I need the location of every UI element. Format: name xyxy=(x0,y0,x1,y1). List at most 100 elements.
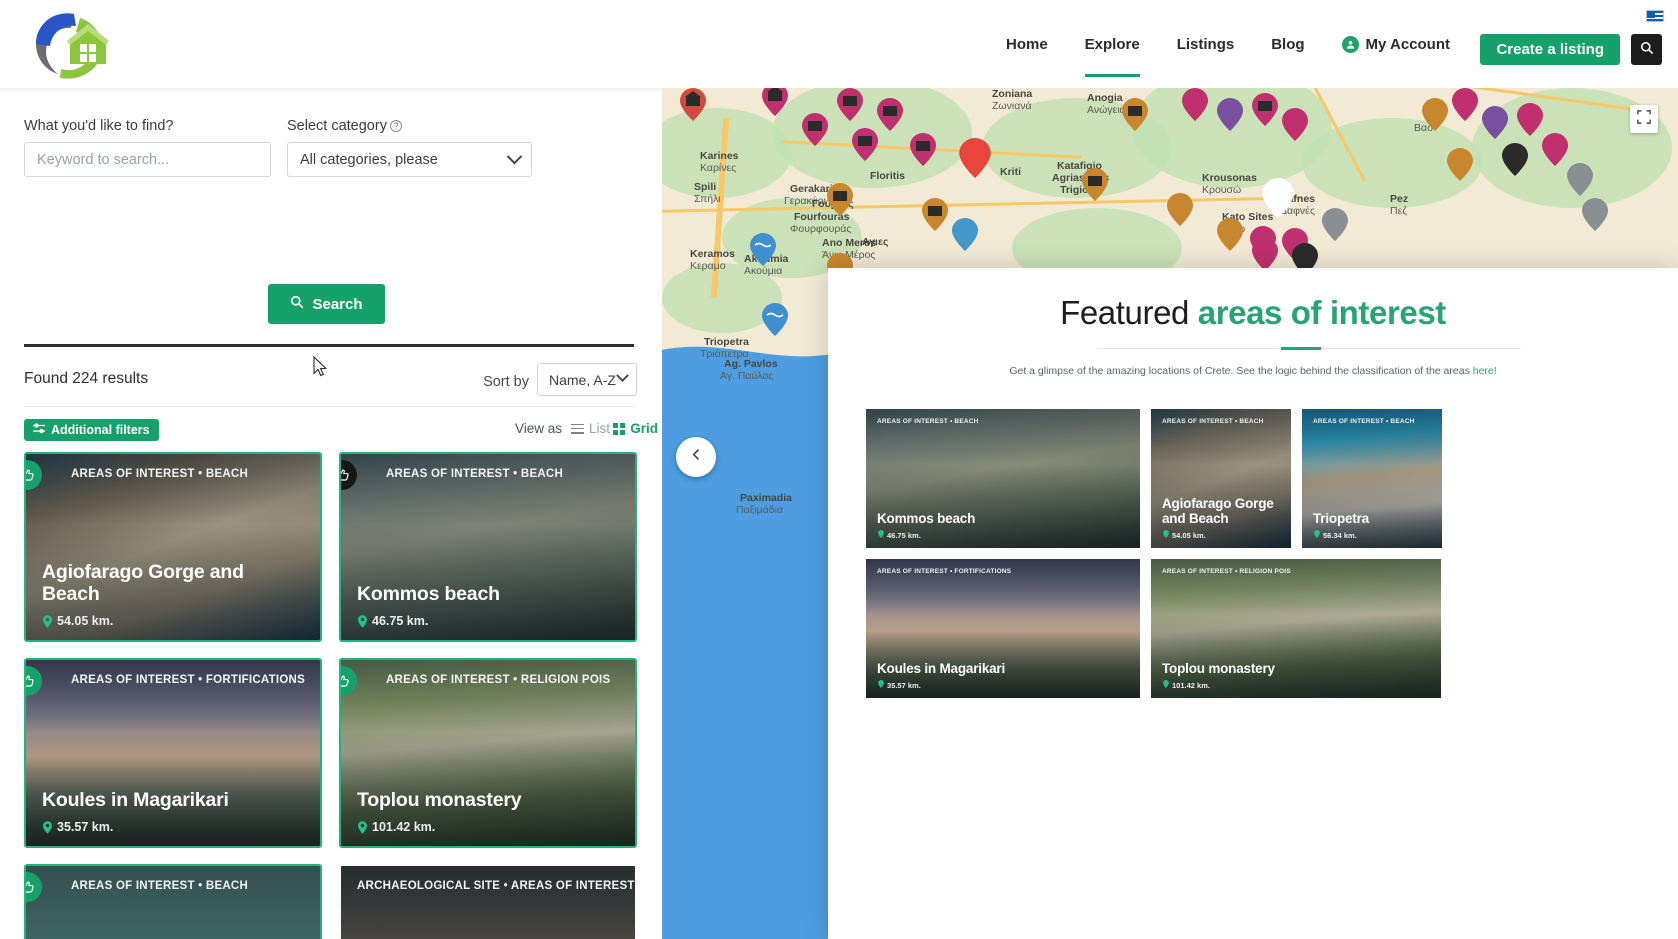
search-form: What you'd like to find? Select category… xyxy=(0,88,662,324)
view-grid-label: Grid xyxy=(630,421,658,436)
results-row: AREAS OF INTEREST • FORTIFICATIONS Koule… xyxy=(24,658,638,848)
featured-card[interactable]: AREAS OF INTEREST • BEACH Triopetra 56.3… xyxy=(1302,409,1442,548)
featured-row: AREAS OF INTEREST • FORTIFICATIONS Koule… xyxy=(866,559,1641,698)
app-root: Home Explore Listings Blog My Account Cr… xyxy=(0,0,1678,939)
featured-card[interactable]: AREAS OF INTEREST • BEACH Kommos beach 4… xyxy=(866,409,1140,548)
listing-category: AREAS OF INTEREST • BEACH xyxy=(386,468,564,480)
featured-distance: 56.34 km. xyxy=(1314,530,1357,540)
additional-filters-button[interactable]: Additional filters xyxy=(24,419,159,441)
list-icon xyxy=(570,421,584,436)
nav-item-home[interactable]: Home xyxy=(1006,36,1048,53)
category-label: Select category? xyxy=(287,118,402,134)
featured-card[interactable]: AREAS OF INTEREST • BEACH Agiofarago Gor… xyxy=(1151,409,1291,548)
filter-sliders-icon xyxy=(33,423,45,437)
featured-heading: Featured areas of interest xyxy=(828,294,1678,332)
image-overlay xyxy=(26,454,320,640)
location-pin-icon xyxy=(43,614,52,628)
listing-distance-value: 54.05 km. xyxy=(57,614,114,628)
featured-heading-plain: Featured xyxy=(1060,294,1198,331)
image-overlay xyxy=(1151,559,1441,698)
search-icon xyxy=(290,295,304,313)
search-button[interactable]: Search xyxy=(268,284,385,324)
question-mark-icon[interactable]: ? xyxy=(389,120,402,132)
featured-distance-value: 35.57 km. xyxy=(887,680,921,690)
location-pin-icon xyxy=(878,680,884,690)
results-count: Found 224 results xyxy=(24,370,149,387)
search-icon xyxy=(1640,41,1654,58)
listing-distance: 35.57 km. xyxy=(43,820,113,834)
grid-icon xyxy=(613,422,626,435)
view-as-label: View as xyxy=(514,421,562,436)
location-pin-icon xyxy=(1163,680,1169,690)
fullscreen-button[interactable] xyxy=(1630,105,1658,133)
sort-select[interactable]: Name, A-Z xyxy=(537,363,637,396)
nav-item-explore[interactable]: Explore xyxy=(1084,36,1140,77)
main-nav: Home Explore Listings Blog My Account xyxy=(1006,36,1450,77)
additional-filters-label: Additional filters xyxy=(51,423,150,437)
image-overlay xyxy=(866,409,1140,548)
divider-thin xyxy=(24,406,634,407)
listing-card[interactable]: ARCHAEOLOGICAL SITE • AREAS OF INTEREST xyxy=(339,864,637,939)
divider-thick xyxy=(24,344,634,347)
header-search-button[interactable] xyxy=(1631,34,1662,65)
featured-heading-accent: areas of interest xyxy=(1197,294,1447,331)
featured-category: AREAS OF INTEREST • RELIGION POIS xyxy=(1162,568,1291,575)
featured-category: AREAS OF INTEREST • FORTIFICATIONS xyxy=(877,568,1012,575)
listing-card[interactable]: AREAS OF INTEREST • RELIGION POIS Toplou… xyxy=(339,658,637,848)
featured-category: AREAS OF INTEREST • BEACH xyxy=(1313,418,1415,425)
listing-category: AREAS OF INTEREST • BEACH xyxy=(71,880,249,892)
category-select-value: All categories, please xyxy=(300,151,438,168)
listing-distance-value: 46.75 km. xyxy=(372,614,429,628)
listing-title: Koules in Magarikari xyxy=(42,789,229,812)
search-input[interactable] xyxy=(24,142,271,177)
listing-category: ARCHAEOLOGICAL SITE • AREAS OF INTEREST xyxy=(357,880,635,892)
location-pin-icon xyxy=(358,820,367,834)
featured-subtitle-link[interactable]: here! xyxy=(1473,365,1497,377)
view-list-toggle[interactable]: List xyxy=(570,421,610,436)
featured-title: Triopetra xyxy=(1313,510,1369,526)
listing-category: AREAS OF INTEREST • FORTIFICATIONS xyxy=(71,674,306,686)
listing-category: AREAS OF INTEREST • RELIGION POIS xyxy=(386,674,611,686)
listing-card[interactable]: AREAS OF INTEREST • BEACH xyxy=(24,864,322,939)
map-prev-button[interactable] xyxy=(676,437,716,477)
my-account-label[interactable]: My Account xyxy=(1366,36,1450,53)
category-select[interactable]: All categories, please xyxy=(287,142,532,177)
location-pin-icon xyxy=(43,820,52,834)
my-account-link[interactable]: My Account xyxy=(1341,36,1450,53)
listing-distance-value: 35.57 km. xyxy=(57,820,114,834)
featured-distance-value: 54.05 km. xyxy=(1172,530,1206,540)
location-pin-icon xyxy=(878,530,884,540)
featured-subtitle: Get a glimpse of the amazing locations o… xyxy=(828,365,1678,377)
featured-title: Koules in Magarikari xyxy=(877,660,1006,676)
fullscreen-icon xyxy=(1637,109,1651,129)
listing-title: Agiofarago Gorge and Beach xyxy=(42,561,244,606)
listing-card[interactable]: AREAS OF INTEREST • BEACH Kommos beach 4… xyxy=(339,452,637,642)
featured-distance-value: 56.34 km. xyxy=(1323,530,1357,540)
location-pin-icon xyxy=(358,614,367,628)
featured-distance-value: 101.42 km. xyxy=(1172,680,1210,690)
featured-title: Toplou monastery xyxy=(1162,660,1275,676)
image-overlay xyxy=(1151,409,1291,548)
image-overlay xyxy=(341,660,635,846)
sort-by-label: Sort by xyxy=(483,374,529,390)
view-grid-toggle[interactable]: Grid xyxy=(613,421,658,436)
featured-title: Agiofarago Gorge and Beach xyxy=(1162,495,1274,526)
featured-card[interactable]: AREAS OF INTEREST • FORTIFICATIONS Koule… xyxy=(866,559,1140,698)
listing-card[interactable]: AREAS OF INTEREST • FORTIFICATIONS Koule… xyxy=(24,658,322,848)
mouse-cursor xyxy=(313,355,328,382)
create-listing-button[interactable]: Create a listing xyxy=(1480,34,1620,65)
sort-select-value: Name, A-Z xyxy=(549,371,616,388)
nav-item-listings[interactable]: Listings xyxy=(1177,36,1235,53)
featured-category: AREAS OF INTEREST • BEACH xyxy=(1162,418,1264,425)
featured-distance: 101.42 km. xyxy=(1163,680,1210,690)
results-row: AREAS OF INTEREST • BEACH ARCHAEOLOGICAL… xyxy=(24,864,638,939)
listing-title: Kommos beach xyxy=(357,583,500,606)
featured-card[interactable]: AREAS OF INTEREST • RELIGION POIS Toplou… xyxy=(1151,559,1441,698)
nav-item-blog[interactable]: Blog xyxy=(1271,36,1304,53)
image-overlay xyxy=(26,866,320,939)
listing-card[interactable]: AREAS OF INTEREST • BEACH Agiofarago Gor… xyxy=(24,452,322,642)
featured-distance: 54.05 km. xyxy=(1163,530,1206,540)
listing-distance: 54.05 km. xyxy=(43,614,113,628)
site-logo[interactable] xyxy=(30,8,110,82)
greek-flag-icon[interactable] xyxy=(1646,10,1664,22)
